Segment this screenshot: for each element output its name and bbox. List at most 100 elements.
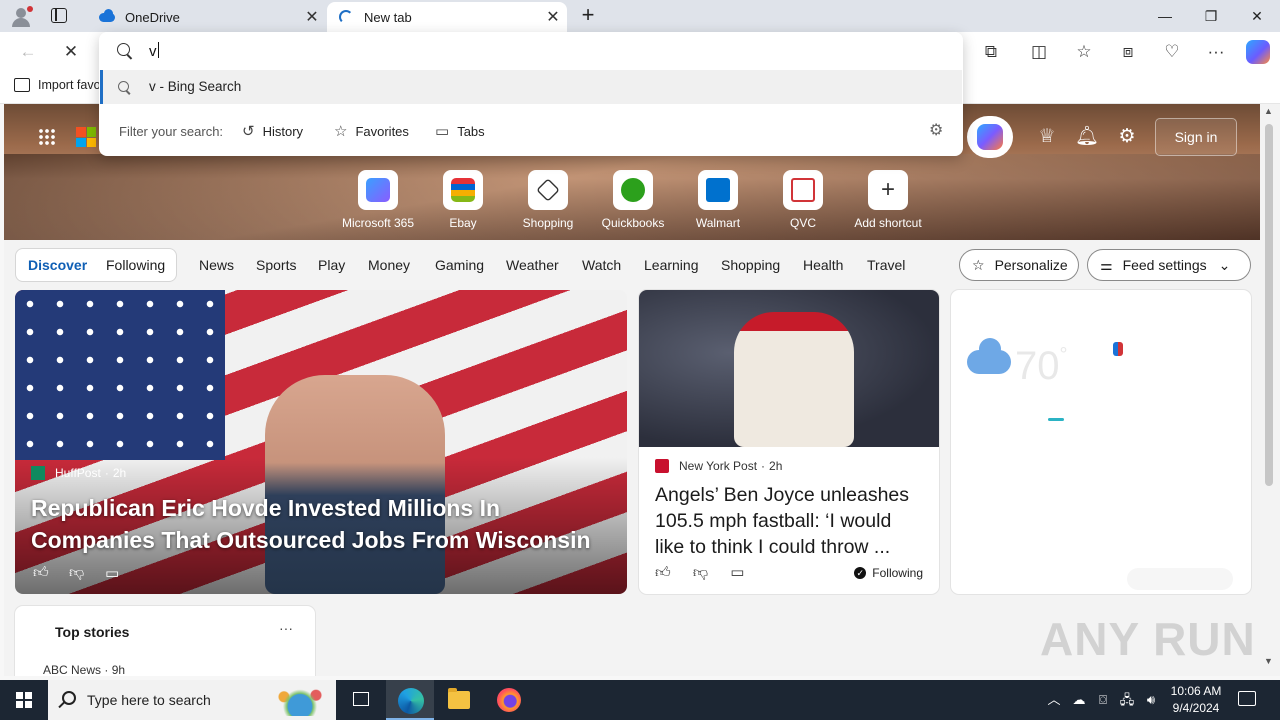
address-bar-dropdown: v v - Bing Search Filter your search: ↺ … <box>99 32 963 156</box>
browser-essentials-icon[interactable]: ♡ <box>1155 36 1189 68</box>
search-icon <box>117 43 130 56</box>
history-icon: ↺ <box>242 123 255 140</box>
extensions-icon[interactable]: ⧉ <box>974 36 1008 68</box>
device-icon[interactable]: ⌼ <box>1093 680 1113 720</box>
address-input[interactable]: v <box>99 32 963 70</box>
notification-center-icon[interactable] <box>1238 691 1256 706</box>
shortcut-walmart[interactable]: Walmart <box>673 170 763 230</box>
top-story-source[interactable]: ABC News · 9h <box>43 663 125 676</box>
tab-actions-icon[interactable] <box>51 8 67 23</box>
comment-icon[interactable]: ▭ <box>730 564 744 581</box>
shortcut-microsoft-365[interactable]: Microsoft 365 <box>333 170 423 230</box>
windows-logo-icon <box>16 692 32 708</box>
nav-sports[interactable]: Sports <box>256 257 296 273</box>
more-options-icon[interactable]: ··· <box>279 620 293 636</box>
nav-weather[interactable]: Weather <box>506 257 559 273</box>
file-explorer-icon[interactable] <box>448 688 470 709</box>
tab-onedrive[interactable]: OneDrive ✕ <box>88 2 326 32</box>
dislike-icon[interactable]: 👎︎ <box>69 564 84 582</box>
close-tab-icon[interactable]: ✕ <box>298 7 326 27</box>
tab-following[interactable]: Following <box>106 257 165 273</box>
close-tab-icon[interactable]: ✕ <box>539 7 567 27</box>
filter-tabs[interactable]: ▭ Tabs <box>435 122 485 140</box>
import-favorites-button[interactable]: Import favo <box>14 78 101 92</box>
shortcut-quickbooks[interactable]: Quickbooks <box>588 170 678 230</box>
more-menu-icon[interactable]: ··· <box>1199 36 1233 68</box>
network-icon[interactable]: 🖧︎ <box>1116 680 1138 720</box>
nav-travel[interactable]: Travel <box>867 257 905 273</box>
filter-favorites[interactable]: ☆ Favorites <box>334 122 409 140</box>
tab-title: New tab <box>364 9 412 25</box>
address-value[interactable]: v <box>149 43 157 60</box>
stop-loading-button[interactable]: ✕ <box>54 36 88 68</box>
taskbar-clock[interactable]: 10:06 AM 9/4/2024 <box>1164 683 1228 717</box>
nav-shopping[interactable]: Shopping <box>721 257 780 273</box>
shortcut-label: Shopping <box>522 216 574 230</box>
new-tab-button[interactable]: + <box>577 3 599 29</box>
new-tab-page: ♕ 🔔︎ ⚙ Sign in Microsoft 365 Ebay Shoppi… <box>4 104 1260 676</box>
suggestion-text: v - Bing Search <box>149 79 242 94</box>
weather-card[interactable]: 70° <box>951 290 1251 594</box>
like-icon[interactable]: 👍︎ <box>33 564 49 582</box>
nav-money[interactable]: Money <box>368 257 410 273</box>
shortcut-ebay[interactable]: Ebay <box>418 170 508 230</box>
show-hidden-icons-chevron-icon[interactable]: ︿ <box>1044 680 1064 720</box>
scroll-up-icon[interactable]: ▲ <box>1264 106 1273 116</box>
back-button[interactable]: ← <box>11 36 45 68</box>
rewards-trophy-icon[interactable]: ♕ <box>1035 125 1059 149</box>
search-highlights-globe-icon[interactable] <box>268 684 332 716</box>
search-settings-gear-icon[interactable]: ⚙ <box>929 120 943 140</box>
firefox-icon[interactable] <box>497 688 521 712</box>
dislike-icon[interactable]: 👎︎ <box>693 564 708 581</box>
nav-learning[interactable]: Learning <box>644 257 699 273</box>
comment-icon[interactable]: ▭ <box>105 564 119 582</box>
loading-spinner-icon <box>337 8 355 26</box>
filter-history[interactable]: ↺ History <box>242 122 303 140</box>
nav-news[interactable]: News <box>199 257 234 273</box>
feed-settings-button[interactable]: ⚌ Feed settings ⌄ <box>1087 249 1251 281</box>
tab-discover[interactable]: Discover <box>28 257 87 273</box>
shortcut-add[interactable]: + Add shortcut <box>843 170 933 230</box>
tab-new-tab[interactable]: New tab ✕ <box>327 2 567 32</box>
nav-play[interactable]: Play <box>318 257 345 273</box>
nav-health[interactable]: Health <box>803 257 843 273</box>
copilot-button[interactable] <box>967 116 1013 158</box>
microsoft-logo-icon[interactable] <box>76 127 96 147</box>
card-headline[interactable]: Republican Eric Hovde Invested Millions … <box>31 492 611 556</box>
nav-gaming[interactable]: Gaming <box>435 257 484 273</box>
profile-icon[interactable] <box>10 6 33 27</box>
taskbar-search-box[interactable]: Type here to search <box>48 680 336 720</box>
minimize-button[interactable]: — <box>1142 0 1188 32</box>
clock-date: 9/4/2024 <box>1172 701 1220 715</box>
task-view-icon[interactable] <box>353 692 369 706</box>
split-screen-icon[interactable]: ◫ <box>1022 36 1056 68</box>
onedrive-tray-icon[interactable]: ☁ <box>1068 680 1090 720</box>
shortcut-shopping[interactable]: Shopping <box>503 170 593 230</box>
restore-button[interactable]: ❐ <box>1188 0 1234 32</box>
notifications-bell-icon[interactable]: 🔔︎ <box>1075 125 1099 149</box>
copilot-icon[interactable] <box>1246 40 1270 64</box>
personalize-button[interactable]: ☆ Personalize <box>959 249 1079 281</box>
page-scrollbar[interactable]: ▲ ▼ <box>1260 104 1280 676</box>
nav-watch[interactable]: Watch <box>582 257 621 273</box>
tabs-icon: ▭ <box>435 123 450 140</box>
start-button[interactable] <box>0 680 48 720</box>
suggestion-item[interactable]: v - Bing Search <box>100 70 962 104</box>
app-launcher-icon[interactable] <box>38 128 56 146</box>
scrollbar-thumb[interactable] <box>1265 124 1273 486</box>
settings-gear-icon[interactable]: ⚙ <box>1115 125 1139 149</box>
card-headline[interactable]: Angels’ Ben Joyce unleashes 105.5 mph fa… <box>655 482 925 560</box>
volume-icon[interactable]: 🔊︎ <box>1140 680 1162 720</box>
sign-in-button[interactable]: Sign in <box>1155 118 1237 156</box>
scroll-down-icon[interactable]: ▼ <box>1264 656 1273 666</box>
close-window-button[interactable]: ✕ <box>1234 0 1280 32</box>
shortcut-qvc[interactable]: QVC <box>758 170 848 230</box>
anyrun-watermark: ANY RUN <box>1040 613 1256 665</box>
following-badge[interactable]: ✓ Following <box>854 566 923 580</box>
news-photo-person <box>265 375 445 594</box>
collections-icon[interactable]: ⧈ <box>1111 36 1145 68</box>
favorites-star-icon[interactable]: ☆ <box>1067 36 1101 68</box>
like-icon[interactable]: 👍︎ <box>655 564 671 581</box>
secondary-news-card[interactable]: New York Post · 2h Angels’ Ben Joyce unl… <box>639 290 939 594</box>
main-news-card[interactable]: HuffPost · 2h Republican Eric Hovde Inve… <box>15 290 627 594</box>
